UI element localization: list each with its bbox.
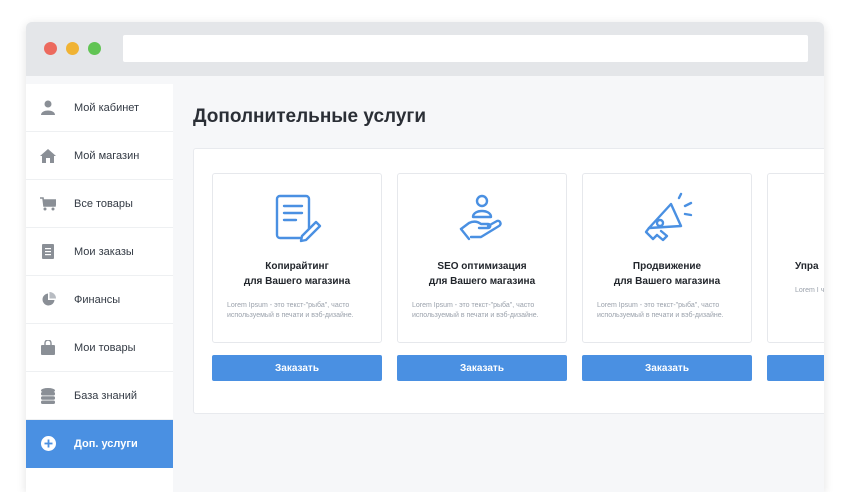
maximize-window-button[interactable] [88,42,101,55]
sidebar-item-label: Мои товары [74,341,136,354]
sidebar-item-finance[interactable]: Финансы [26,276,173,324]
card-box: Упра Lorem I часто и вэб-диз [767,173,824,343]
sidebar-item-label: Мои заказы [74,245,134,258]
order-button[interactable] [767,355,824,381]
sidebar-item-label: Все товары [74,197,133,210]
card-title: SEO оптимизация для Вашего магазина [428,261,536,287]
document-icon [40,244,56,260]
title-bar [26,22,824,76]
browser-window: Мой кабинет Мой магазин Все товары Мои з… [26,22,824,492]
address-bar[interactable] [123,35,808,62]
card-box: Копирайтинг для Вашего магазина Lorem Ip… [212,173,382,343]
sidebar-item-knowledge-base[interactable]: База знаний [26,372,173,420]
sidebar-item-label: Мой кабинет [74,101,140,114]
order-button[interactable]: Заказать [582,355,752,381]
service-card-partial: Упра Lorem I часто и вэб-диз [767,173,824,381]
card-icon-placeholder [768,188,824,248]
sidebar-item-my-store[interactable]: Мой магазин [26,132,173,180]
sidebar-item-all-products[interactable]: Все товары [26,180,173,228]
card-description: Lorem I часто и вэб-диз [795,287,824,294]
main-content: Дополнительные услуги Копирайтинг для Ва… [173,76,824,492]
close-window-button[interactable] [44,42,57,55]
sidebar-item-label: Доп. услуги [74,437,138,450]
minimize-window-button[interactable] [66,42,79,55]
card-description: Lorem Ipsum - это текст-"рыба", часто ис… [597,302,724,319]
card-description: Lorem Ipsum - это текст-"рыба", часто ис… [412,302,539,319]
pie-chart-icon [40,292,56,308]
cart-icon [40,196,56,212]
card-box: SEO оптимизация для Вашего магазина Lore… [397,173,567,343]
sidebar-item-label: Мой магазин [74,149,140,162]
service-card-seo: SEO оптимизация для Вашего магазина Lore… [397,173,567,381]
service-card-copywriting: Копирайтинг для Вашего магазина Lorem Ip… [212,173,382,381]
sidebar-item-my-account[interactable]: Мой кабинет [26,84,173,132]
database-icon [40,387,56,404]
card-box: Продвижение для Вашего магазина Lorem Ip… [582,173,752,343]
sidebar-item-my-goods[interactable]: Мои товары [26,324,173,372]
card-title: Продвижение для Вашего магазина [613,261,721,287]
sidebar-item-my-orders[interactable]: Мои заказы [26,228,173,276]
shopping-bag-icon [40,340,56,356]
home-icon [40,148,56,164]
hand-user-icon [398,188,566,248]
service-card-promotion: Продвижение для Вашего магазина Lorem Ip… [582,173,752,381]
order-button[interactable]: Заказать [212,355,382,381]
card-title: Копирайтинг для Вашего магазина [243,261,351,287]
page-title: Дополнительные услуги [193,106,427,127]
plus-circle-icon [40,436,56,452]
user-icon [40,100,56,116]
document-edit-icon [213,188,381,248]
sidebar: Мой кабинет Мой магазин Все товары Мои з… [26,84,173,492]
sidebar-item-label: База знаний [74,389,138,402]
sidebar-item-label: Финансы [74,293,121,306]
services-panel: Копирайтинг для Вашего магазина Lorem Ip… [193,148,824,414]
order-button[interactable]: Заказать [397,355,567,381]
card-title: Упра [795,261,819,272]
megaphone-icon [583,188,751,248]
sidebar-item-extra-services[interactable]: Доп. услуги [26,420,173,468]
card-description: Lorem Ipsum - это текст-"рыба", часто ис… [227,302,354,319]
